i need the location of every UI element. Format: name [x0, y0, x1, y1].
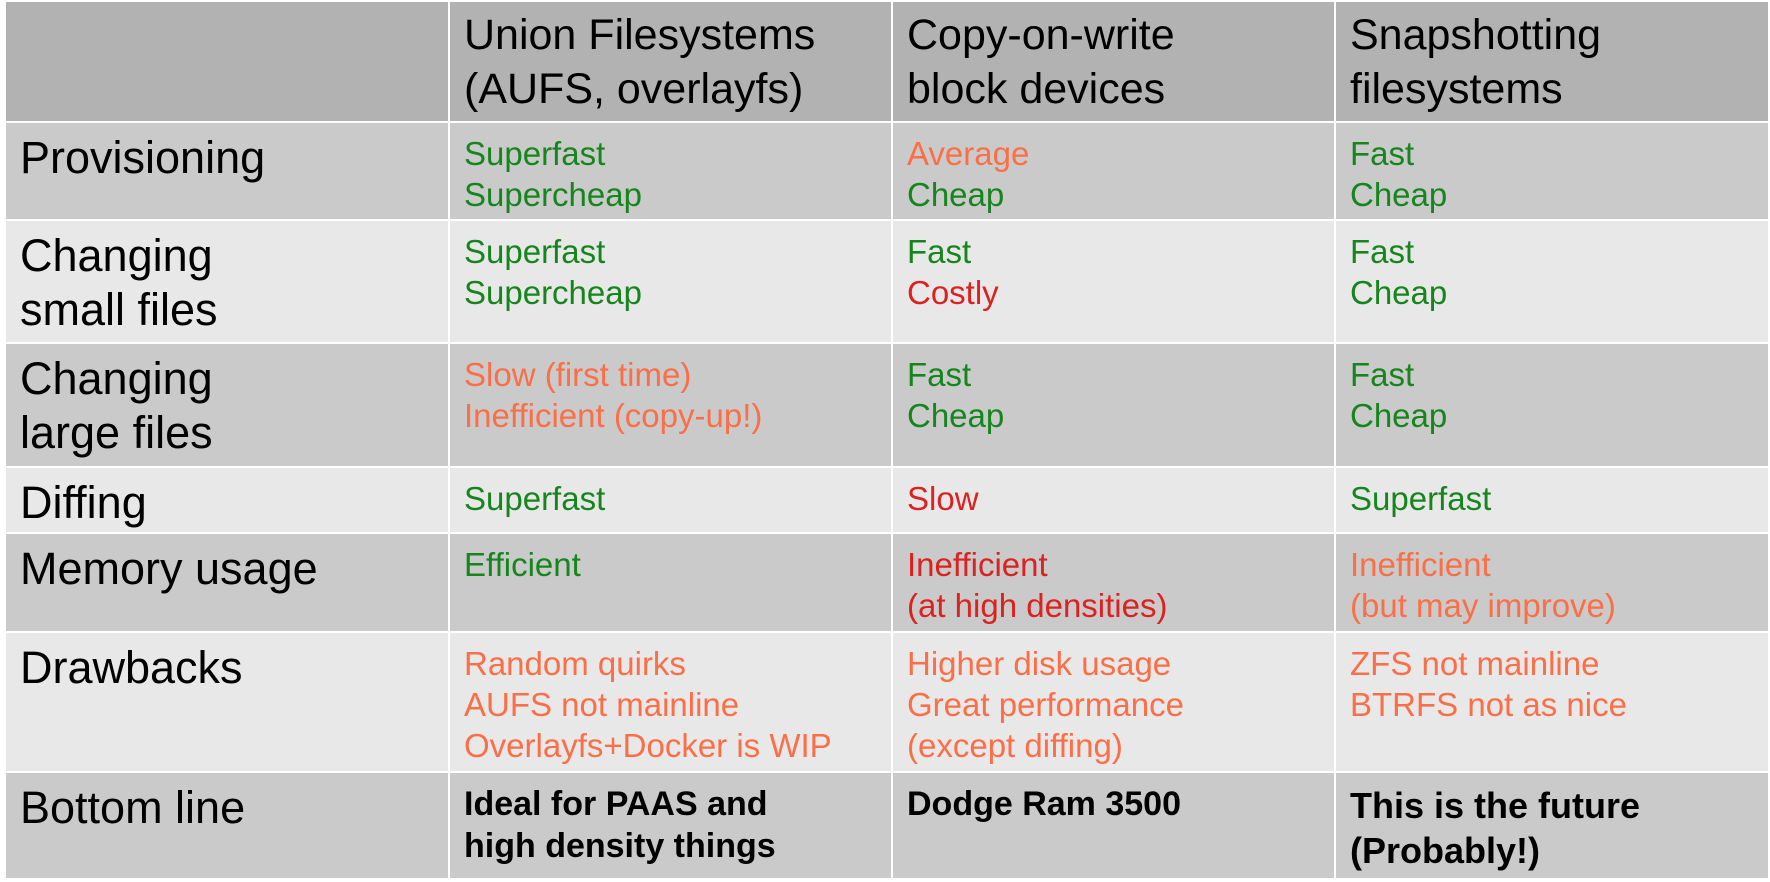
cell-snapshotting-fs: This is the future (Probably!): [1334, 771, 1770, 880]
row-label-line: large files: [20, 407, 213, 459]
rating-text: Cheap: [1350, 176, 1448, 214]
rating-text: Great performance: [907, 685, 1184, 723]
row-changing-small-files: Changing small files Superfast Supercheap Fa…: [4, 219, 1770, 345]
rating-text: Cheap: [907, 397, 1005, 435]
rating-text: Fast: [1350, 135, 1415, 173]
rating-text: Slow: [907, 479, 979, 517]
cell-cow-block-devices: Average Cheap: [891, 121, 1336, 222]
comparison-slide: Union Filesystems (AUFS, overlayfs) Copy…: [0, 0, 1770, 882]
cell-union-fs: Ideal for PAAS and high density things: [448, 771, 893, 880]
rating-text: Inefficient: [907, 546, 1048, 584]
rating-text: Cheap: [907, 176, 1005, 214]
rating-text: AUFS not mainline: [464, 685, 740, 723]
row-diffing: Diffing Superfast Slow Superfast: [4, 465, 1770, 535]
cell-cow-block-devices: Fast Cheap: [891, 342, 1336, 468]
cell-cow-block-devices: Higher disk usage Great performance (excep…: [891, 630, 1336, 774]
cell-snapshotting-fs: Fast Cheap: [1334, 121, 1770, 222]
header-corner-cell: [4, 0, 450, 124]
rating-text: (at high densities): [907, 587, 1168, 625]
header-snapshotting-filesystems: Snapshotting filesystems: [1334, 0, 1770, 124]
rating-text: (except diffing): [907, 726, 1123, 764]
rating-text: Random quirks: [464, 644, 686, 682]
row-label-line: Memory usage: [20, 543, 318, 595]
cell-snapshotting-fs: Fast Cheap: [1334, 219, 1770, 345]
rating-text: Superfast: [464, 135, 606, 173]
header-line: block devices: [907, 65, 1166, 113]
row-label: Provisioning: [4, 121, 450, 222]
cell-union-fs: Superfast: [448, 465, 893, 535]
row-label: Bottom line: [4, 771, 450, 880]
cell-union-fs: Superfast Supercheap: [448, 219, 893, 345]
header-cow-block-devices: Copy-on-write block devices: [891, 0, 1336, 124]
row-memory-usage: Memory usage Efficient Inefficient (at high…: [4, 532, 1770, 633]
row-label: Memory usage: [4, 532, 450, 633]
rating-text: Fast: [907, 233, 972, 271]
rating-text: Costly: [907, 274, 999, 312]
header-row: Union Filesystems (AUFS, overlayfs) Copy…: [4, 0, 1770, 124]
rating-text: Average: [907, 135, 1030, 173]
cell-union-fs: Superfast Supercheap: [448, 121, 893, 222]
rating-text: Dodge Ram 3500: [907, 785, 1181, 824]
rating-text: Superfast: [1350, 479, 1492, 517]
row-label-line: small files: [20, 284, 218, 336]
row-label-line: Diffing: [20, 476, 147, 528]
cell-cow-block-devices: Dodge Ram 3500: [891, 771, 1336, 880]
rating-text: high density things: [464, 827, 776, 866]
cell-union-fs: Random quirks AUFS not mainline Overlayfs+…: [448, 630, 893, 774]
rating-text: (Probably!): [1350, 830, 1541, 872]
cell-cow-block-devices: Inefficient (at high densities): [891, 532, 1336, 633]
rating-text: Cheap: [1350, 274, 1448, 312]
rating-text: ZFS not mainline: [1350, 644, 1600, 682]
rating-text: Overlayfs+Docker is WIP: [464, 726, 832, 764]
rating-text: This is the future: [1350, 785, 1641, 827]
row-drawbacks: Drawbacks Random quirks AUFS not mainline O…: [4, 630, 1770, 774]
rating-text: Fast: [1350, 356, 1415, 394]
header-line: Copy-on-write: [907, 11, 1175, 59]
rating-text: Superfast: [464, 479, 606, 517]
rating-text: Higher disk usage: [907, 644, 1172, 682]
rating-text: Inefficient: [1350, 546, 1491, 584]
cell-snapshotting-fs: Fast Cheap: [1334, 342, 1770, 468]
row-label-line: Changing: [20, 353, 213, 405]
rating-text: Inefficient (copy-up!): [464, 397, 763, 435]
cell-union-fs: Slow (first time) Inefficient (copy-up!): [448, 342, 893, 468]
cell-cow-block-devices: Fast Costly: [891, 219, 1336, 345]
row-label-line: Drawbacks: [20, 641, 243, 693]
rating-text: Slow (first time): [464, 356, 692, 394]
rating-text: Cheap: [1350, 397, 1448, 435]
row-label-line: Bottom line: [20, 782, 246, 834]
cell-snapshotting-fs: ZFS not mainline BTRFS not as nice: [1334, 630, 1770, 774]
rating-text: Ideal for PAAS and: [464, 785, 768, 824]
row-label-line: Provisioning: [20, 132, 266, 184]
row-changing-large-files: Changing large files Slow (first time) Inef…: [4, 342, 1770, 468]
cell-snapshotting-fs: Inefficient (but may improve): [1334, 532, 1770, 633]
rating-text: Efficient: [464, 546, 581, 584]
row-label: Changing small files: [4, 219, 450, 345]
header-line: filesystems: [1350, 65, 1563, 113]
rating-text: Fast: [1350, 233, 1415, 271]
header-union-filesystems: Union Filesystems (AUFS, overlayfs): [448, 0, 893, 124]
row-label-line: Changing: [20, 230, 213, 282]
row-label: Changing large files: [4, 342, 450, 468]
cell-cow-block-devices: Slow: [891, 465, 1336, 535]
rating-text: BTRFS not as nice: [1350, 685, 1627, 723]
cell-snapshotting-fs: Superfast: [1334, 465, 1770, 535]
header-line: Union Filesystems: [464, 11, 816, 59]
header-line: Snapshotting: [1350, 11, 1602, 59]
cell-union-fs: Efficient: [448, 532, 893, 633]
rating-text: Supercheap: [464, 274, 642, 312]
row-bottom-line: Bottom line Ideal for PAAS and high densit…: [4, 771, 1770, 880]
header-line: (AUFS, overlayfs): [464, 65, 804, 113]
rating-text: Fast: [907, 356, 972, 394]
row-label: Drawbacks: [4, 630, 450, 774]
rating-text: (but may improve): [1350, 587, 1616, 625]
row-provisioning: Provisioning Superfast Supercheap Average Ch…: [4, 121, 1770, 222]
row-label: Diffing: [4, 465, 450, 535]
comparison-table: Union Filesystems (AUFS, overlayfs) Copy…: [4, 0, 1770, 880]
rating-text: Supercheap: [464, 176, 642, 214]
rating-text: Superfast: [464, 233, 606, 271]
